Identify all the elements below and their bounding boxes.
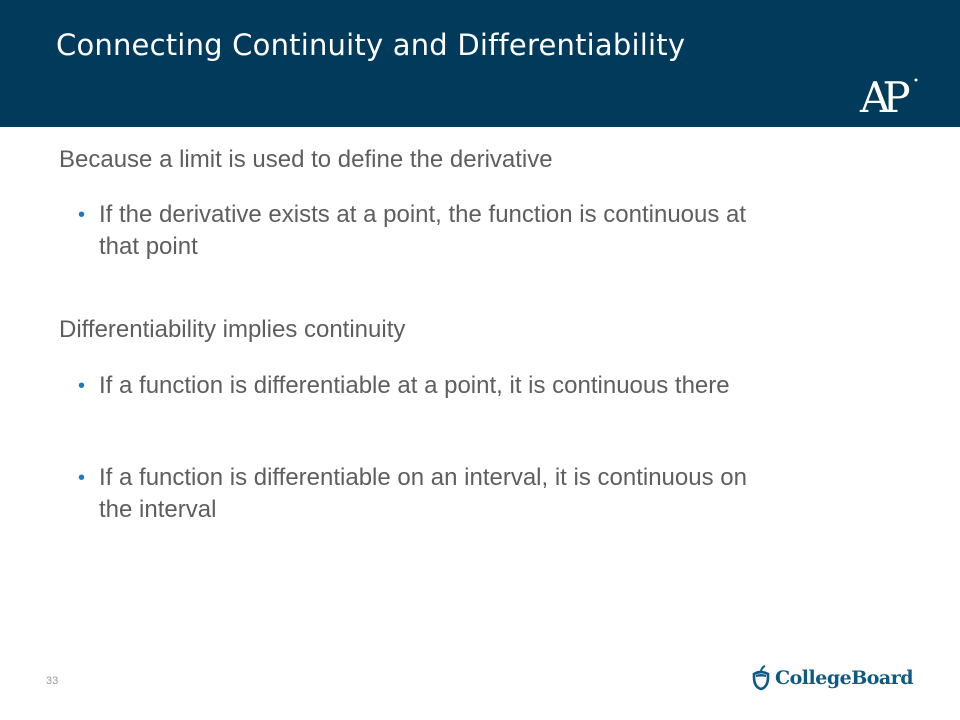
bullet-icon: •	[78, 204, 86, 226]
bullet-text: If a function is differentiable at a poi…	[99, 372, 730, 399]
slide-title: Connecting Continuity and Differentiabil…	[56, 28, 686, 62]
page-number: 33	[46, 675, 59, 687]
section-heading: Differentiability implies continuity	[59, 316, 406, 343]
slide-header: Connecting Continuity and Differentiabil…	[0, 0, 960, 127]
collegeboard-logo: CollegeBoard	[750, 665, 914, 691]
collegeboard-wordmark: CollegeBoard	[775, 667, 914, 689]
bullet-item: • If a function is differentiable at a p…	[78, 370, 878, 402]
bullet-icon: •	[78, 467, 86, 489]
bullet-text: If a function is differentiable on an in…	[99, 464, 747, 523]
bullet-item: • If a function is differentiable on an …	[78, 462, 878, 526]
bullet-text: If the derivative exists at a point, the…	[99, 201, 747, 260]
ap-logo-text: AP	[859, 73, 909, 116]
bullet-item: • If the derivative exists at a point, t…	[78, 199, 878, 263]
ap-logo-icon: AP	[859, 73, 918, 116]
acorn-icon	[752, 665, 770, 691]
bullet-icon: •	[78, 375, 86, 397]
section-heading: Because a limit is used to define the de…	[59, 146, 553, 173]
